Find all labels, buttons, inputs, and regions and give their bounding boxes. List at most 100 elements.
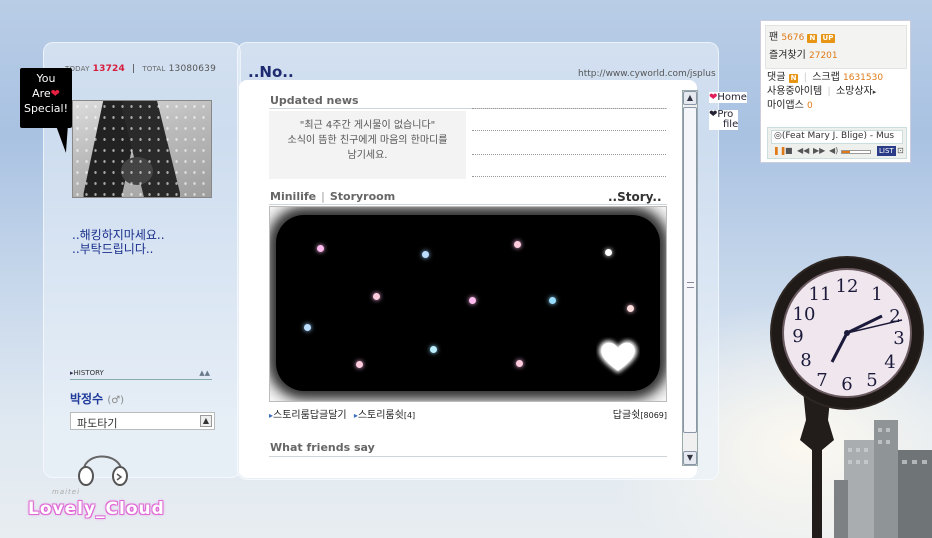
scroll-up-button[interactable]: ▲ (683, 91, 697, 105)
reply-count: 답글쉿[8069] (612, 410, 667, 421)
signature-small: maitei (52, 488, 81, 496)
arrow-right-icon: ▸ (872, 88, 877, 96)
total-count: 13080639 (168, 64, 217, 74)
player-menu: 댓글 N | 스크랩 1631530 사용중아이템 | 소망상자▸ 마이앱스 0 (767, 72, 884, 111)
signature-logo: Lovely_Cloud (28, 499, 165, 519)
star-icon (514, 241, 521, 248)
items-menu[interactable]: 사용중아이템 (767, 86, 822, 97)
svg-text:1: 1 (871, 284, 882, 305)
storyroom-reply-link[interactable]: 스토리룸답글달기 (273, 410, 347, 421)
star-icon (605, 249, 612, 256)
up-badge[interactable]: UP (820, 34, 836, 43)
gender-icon: (♂) (107, 395, 125, 406)
song-title[interactable]: ◎(Feat Mary J. Blige) - Mus (771, 130, 903, 144)
profile-message: ..해킹하지마세요.. ..부탁드립니다.. (72, 228, 165, 256)
gift-box-menu[interactable]: 소망상자 (836, 86, 873, 97)
story-more-link[interactable]: ..Story.. (608, 190, 662, 204)
profile-photo (72, 100, 212, 198)
visitor-counter: TODAY 13724 | TOTAL 13080639 (65, 64, 216, 74)
history-toggle-icon[interactable]: ▲▲ (199, 369, 210, 377)
volume-slider[interactable] (841, 150, 871, 154)
headphone-icon (78, 455, 128, 486)
star-icon (469, 297, 476, 304)
news-row (472, 154, 666, 155)
volume-fill (842, 151, 851, 153)
svg-text:9: 9 (792, 326, 803, 347)
disc-icon: ◎ (774, 131, 782, 141)
star-icon (430, 346, 437, 353)
stats-player-box: 팬 5676 N UP 즐겨찾기 27201 댓글 N | 스크랩 163153… (760, 20, 911, 163)
star-icon (356, 361, 363, 368)
today-count: 13724 (92, 64, 125, 74)
svg-text:2: 2 (889, 306, 900, 327)
favorites-label[interactable]: 즐겨찾기 (769, 50, 806, 61)
playlist-button[interactable]: LIST (877, 146, 896, 156)
apps-count: 0 (807, 101, 813, 111)
fan-stats: 팬 5676 N UP 즐겨찾기 27201 (765, 25, 907, 69)
page-title: ..No.. (248, 63, 294, 81)
reply-menu[interactable]: 댓글 (767, 72, 785, 83)
friends-say-title: What friends say (270, 441, 375, 454)
music-player: ◎(Feat Mary J. Blige) - Mus ❚❚ ■ ◀◀ ▶▶ ◀… (767, 127, 907, 159)
svg-text:8: 8 (800, 350, 811, 371)
svg-text:6: 6 (841, 374, 852, 395)
scroll-thumb[interactable] (683, 107, 697, 433)
history-header[interactable]: ▸HISTORY ▲▲ (70, 369, 212, 380)
grip-icon (687, 282, 694, 288)
home-url[interactable]: http://www.cyworld.com/jsplus (578, 69, 716, 79)
scroll-down-button[interactable]: ▼ (683, 451, 697, 465)
new-badge: N (807, 34, 818, 43)
apps-menu[interactable]: 마이앱스 (767, 100, 804, 111)
stop-icon[interactable]: ■ (785, 146, 793, 155)
volume-icon: ◀) (829, 146, 839, 155)
star-icon (317, 245, 324, 252)
counter-separator: | (132, 64, 136, 74)
updated-news-title: Updated news (270, 94, 359, 107)
svg-text:5: 5 (866, 370, 877, 391)
heart-icon (598, 340, 638, 373)
wave-select[interactable]: 파도타기 ▲ (70, 412, 215, 430)
favorites-count: 27201 (809, 51, 838, 61)
storyroom-count-link[interactable]: 스토리룸쉿 (358, 410, 404, 421)
svg-text:10: 10 (793, 304, 816, 325)
minilife-title: Minilife | Storyroom (270, 190, 396, 203)
tab-profile[interactable]: ❤Pro file (709, 110, 739, 130)
star-icon (627, 305, 634, 312)
scrap-menu[interactable]: 스크랩 (812, 72, 840, 83)
chevron-up-icon[interactable]: ▲ (200, 415, 212, 427)
fan-label[interactable]: 팬 (769, 32, 778, 43)
fan-count: 5676 (781, 33, 805, 43)
news-empty-box: "최근 4주간 게시물이 없습니다" 소식이 뜸한 친구에게 마음의 한마디를 … (269, 111, 466, 179)
star-icon (549, 297, 556, 304)
news-row (472, 108, 666, 109)
story-footer: ▸스토리룸답글달기 ▸스토리룸쉿[4] 답글쉿[8069] (269, 406, 667, 421)
expand-icon[interactable]: ⊡ (897, 146, 904, 155)
news-row (472, 130, 666, 131)
star-icon (516, 360, 523, 367)
scrap-count: 1631530 (843, 73, 884, 83)
news-row (472, 176, 666, 177)
history-label: HISTORY (73, 369, 104, 377)
player-controls: ❚❚ ■ ◀◀ ▶▶ ◀) LIST ⊡ (771, 146, 905, 158)
divider (269, 456, 667, 457)
divider (269, 204, 667, 205)
svg-text:4: 4 (884, 352, 895, 373)
total-label: TOTAL (142, 65, 166, 73)
street-clock: 12 1 2 345 678 9 10 11 (772, 258, 922, 408)
star-icon (304, 324, 311, 331)
heart-icon: ❤ (50, 87, 60, 100)
next-icon[interactable]: ▶▶ (813, 146, 825, 155)
clock-face: 12 1 2 345 678 9 10 11 (782, 268, 912, 398)
tab-home[interactable]: ❤Home (709, 92, 747, 103)
star-icon (373, 293, 380, 300)
you-are-special-sticker: You Are❤ Special! (20, 68, 72, 128)
new-badge: N (788, 74, 799, 83)
star-icon (422, 251, 429, 258)
svg-text:7: 7 (816, 370, 827, 391)
svg-text:11: 11 (809, 284, 832, 305)
owner-name[interactable]: 박정수 (♂) (70, 390, 124, 407)
svg-text:12: 12 (836, 276, 859, 297)
svg-text:3: 3 (893, 328, 904, 349)
scrollbar[interactable]: ▲ ▼ (682, 90, 698, 466)
prev-icon[interactable]: ◀◀ (797, 146, 809, 155)
